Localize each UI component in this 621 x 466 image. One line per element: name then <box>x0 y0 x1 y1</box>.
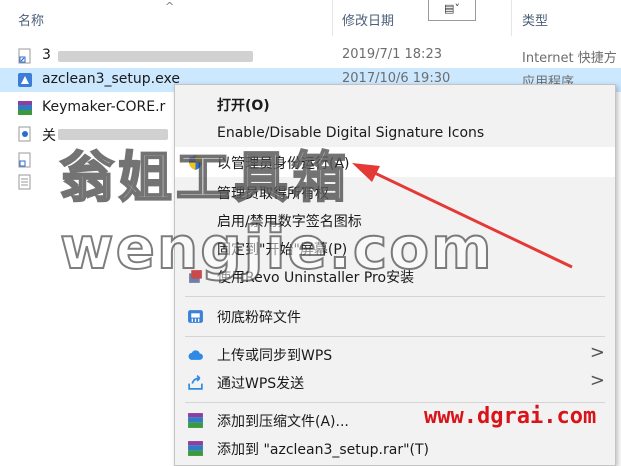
watermark-url: www.dgrai.com <box>424 404 597 429</box>
watermark-english: wengjie.com <box>59 213 494 283</box>
watermark-chinese: 翁姐工具箱 <box>59 145 350 210</box>
arrow-head <box>352 163 380 182</box>
